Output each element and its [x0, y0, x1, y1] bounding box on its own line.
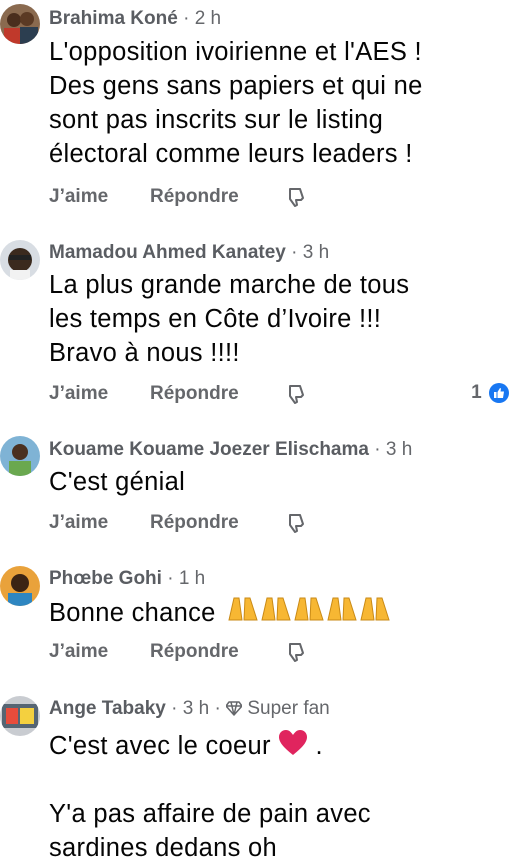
- comment-line: Bonne chance: [49, 599, 216, 627]
- reply-button[interactable]: Répondre: [150, 383, 239, 405]
- comment-line: L'opposition ivoirienne et l'AES !: [49, 38, 422, 66]
- separator-dot: ·: [374, 439, 386, 460]
- timestamp[interactable]: 2 h: [195, 8, 221, 29]
- comment-text: C'est avec le coeur . Y'a pas affaire de…: [49, 729, 499, 865]
- thumbs-down-outline-icon[interactable]: [287, 383, 307, 411]
- like-button[interactable]: J’aime: [49, 641, 108, 663]
- reply-button[interactable]: Répondre: [150, 512, 239, 534]
- timestamp[interactable]: 3 h: [183, 698, 209, 719]
- comment-line: C'est avec le coeur: [49, 732, 271, 760]
- avatar[interactable]: [0, 4, 40, 44]
- like-reaction-icon: [489, 383, 509, 403]
- avatar[interactable]: [0, 566, 40, 606]
- separator-dot: ·: [214, 698, 227, 719]
- thumbs-down-outline-icon[interactable]: [287, 641, 307, 669]
- like-button[interactable]: J’aime: [49, 383, 108, 405]
- reaction-summary[interactable]: 1: [471, 382, 510, 404]
- reaction-count: 1: [471, 382, 482, 403]
- separator-dot: ·: [167, 568, 179, 589]
- period-text: .: [315, 732, 323, 760]
- comment-text: Bonne chance: [49, 594, 499, 630]
- comment-text: C'est génial: [49, 465, 499, 499]
- diamond-icon: [226, 701, 243, 716]
- like-button[interactable]: J’aime: [49, 512, 108, 534]
- separator-dot: ·: [183, 8, 195, 29]
- separator-dot: ·: [171, 698, 183, 719]
- author-name[interactable]: Phœbe Gohi: [49, 568, 162, 589]
- thumbs-down-outline-icon[interactable]: [287, 512, 307, 540]
- comment-line: [49, 763, 499, 797]
- timestamp[interactable]: 1 h: [179, 568, 205, 589]
- red-heart-emoji: [278, 730, 315, 760]
- super-fan-badge[interactable]: Super fan: [226, 698, 330, 719]
- comment-line: les temps en Côte d’Ivoire !!!: [49, 305, 382, 333]
- avatar[interactable]: [0, 436, 40, 476]
- reply-button[interactable]: Répondre: [150, 641, 239, 663]
- author-name[interactable]: Kouame Kouame Joezer Elischama: [49, 439, 369, 460]
- badge-label: Super fan: [247, 698, 330, 719]
- author-name[interactable]: Brahima Koné: [49, 8, 178, 29]
- comment-line: Des gens sans papiers et qui ne: [49, 72, 423, 100]
- reply-button[interactable]: Répondre: [150, 186, 239, 208]
- comment-line: Y'a pas affaire de pain avec: [49, 800, 371, 828]
- author-name[interactable]: Mamadou Ahmed Kanatey: [49, 242, 286, 263]
- timestamp[interactable]: 3 h: [386, 439, 412, 460]
- avatar[interactable]: [0, 696, 40, 736]
- separator-dot: ·: [291, 242, 303, 263]
- thumbs-down-outline-icon[interactable]: [287, 186, 307, 214]
- timestamp[interactable]: 3 h: [303, 242, 329, 263]
- comment-line: C'est génial: [49, 468, 186, 496]
- comment-text: La plus grande marche de tous les temps …: [49, 268, 499, 370]
- comment-line: Bravo à nous !!!!: [49, 339, 240, 367]
- like-button[interactable]: J’aime: [49, 186, 108, 208]
- comment-line: sont pas inscrits sur le listing: [49, 106, 384, 134]
- avatar[interactable]: [0, 240, 40, 280]
- comment-line: électoral comme leurs leaders !: [49, 140, 413, 168]
- comment-line: La plus grande marche de tous: [49, 271, 410, 299]
- author-name[interactable]: Ange Tabaky: [49, 698, 166, 719]
- comment-line: sardines dedans oh: [49, 834, 277, 862]
- comment-text: L'opposition ivoirienne et l'AES ! Des g…: [49, 35, 499, 171]
- folded-hands-emoji: [227, 597, 392, 627]
